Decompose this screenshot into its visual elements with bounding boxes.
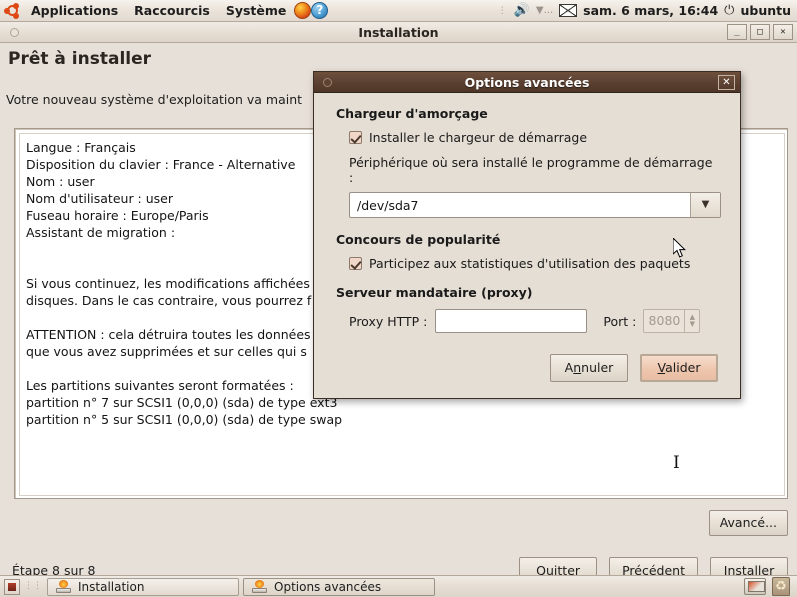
taskbar-grip-icon: ⋮⋮ <box>24 581 42 591</box>
help-icon[interactable]: ? <box>311 2 329 19</box>
taskbar: ⋮⋮ Installation Options avancées <box>0 575 797 597</box>
taskbar-tray <box>744 577 793 596</box>
bootloader-device-value: /dev/sda7 <box>357 197 419 213</box>
panel-left-group: Applications Raccourcis Système ? <box>0 1 329 21</box>
proxy-port-stepper[interactable]: ▲ ▼ <box>685 309 701 333</box>
cancel-button[interactable]: Annuler <box>550 354 628 382</box>
trash-icon[interactable] <box>772 577 790 596</box>
firefox-icon[interactable] <box>294 2 312 19</box>
ubuntu-logo-icon[interactable] <box>4 2 21 19</box>
popularity-contest-row[interactable]: Participez aux statistiques d'utilisatio… <box>349 256 718 271</box>
validate-button[interactable]: Valider <box>640 354 718 382</box>
volume-icon[interactable]: 🔊 <box>514 3 530 18</box>
panel-right-group: ⋮ 🔊 ▼... sam. 6 mars, 16:44 ⏻ ubuntu <box>498 3 797 18</box>
menu-raccourcis[interactable]: Raccourcis <box>127 1 217 21</box>
proxy-port-label: Port : <box>603 313 637 329</box>
install-bootloader-label: Installer le chargeur de démarrage <box>369 130 588 145</box>
proxy-row: Proxy HTTP : Port : 8080 ▲ ▼ <box>349 309 718 333</box>
dialog-window-menu-icon[interactable] <box>323 78 332 87</box>
menu-applications[interactable]: Applications <box>24 1 125 21</box>
mail-icon[interactable] <box>559 4 578 17</box>
chevron-down-icon[interactable]: ▼ <box>690 193 720 217</box>
mouse-cursor-arrow <box>673 238 686 258</box>
task-button-label: Installation <box>78 579 145 594</box>
show-desktop-icon[interactable] <box>4 578 20 595</box>
task-button-installation[interactable]: Installation <box>47 577 239 596</box>
intro-text: Votre nouveau système d'exploitation va … <box>6 92 303 107</box>
popularity-contest-checkbox[interactable] <box>349 257 362 270</box>
power-icon[interactable]: ⏻ <box>724 3 734 18</box>
advanced-button[interactable]: Avancé... <box>708 510 788 536</box>
workspace-switcher-icon[interactable] <box>744 578 766 595</box>
menu-systeme[interactable]: Système <box>219 1 294 21</box>
validate-button-mnemonic: V <box>657 360 666 375</box>
task-button-label: Options avancées <box>274 579 382 594</box>
maximize-button[interactable]: □ <box>750 24 770 40</box>
dialog-action-buttons: Annuler Valider <box>550 354 718 382</box>
install-bootloader-checkbox[interactable] <box>349 131 362 144</box>
clock[interactable]: sam. 6 mars, 16:44 <box>583 3 718 18</box>
bootloader-section-title: Chargeur d'amorçage <box>336 106 488 121</box>
advanced-options-dialog: Options avancées ✕ Chargeur d'amorçage I… <box>313 71 741 399</box>
main-titlebar: Installation _ □ ✕ <box>0 22 797 43</box>
user-menu[interactable]: ubuntu <box>740 3 791 18</box>
installer-icon <box>252 580 267 593</box>
main-window-title: Installation <box>358 24 439 40</box>
top-panel: Applications Raccourcis Système ? ⋮ 🔊 ▼.… <box>0 0 797 22</box>
close-button[interactable]: ✕ <box>773 24 793 40</box>
proxy-http-input[interactable] <box>435 309 588 333</box>
proxy-section-title: Serveur mandataire (proxy) <box>336 285 533 300</box>
minimize-button[interactable]: _ <box>727 24 747 40</box>
window-controls: _ □ ✕ <box>727 24 793 40</box>
installer-icon <box>56 580 71 593</box>
task-button-options-avancees[interactable]: Options avancées <box>243 577 435 596</box>
window-menu-icon[interactable] <box>10 28 19 37</box>
bootloader-device-label: Périphérique où sera installé le program… <box>349 155 713 185</box>
panel-grip-icon: ⋮ <box>497 5 508 16</box>
network-icon[interactable]: ▼... <box>536 5 553 16</box>
dialog-close-button[interactable]: ✕ <box>718 75 735 90</box>
page-title: Prêt à installer <box>8 49 152 69</box>
proxy-port-input[interactable]: 8080 <box>643 309 686 333</box>
bootloader-device-select[interactable]: /dev/sda7 ▼ <box>349 192 721 218</box>
summary-line: partition n° 5 sur SCSI1 (0,0,0) (sda) d… <box>26 412 343 427</box>
popularity-section-title: Concours de popularité <box>336 232 501 247</box>
dialog-title: Options avancées <box>464 74 590 90</box>
install-bootloader-row[interactable]: Installer le chargeur de démarrage <box>349 130 718 145</box>
proxy-http-label: Proxy HTTP : <box>349 313 428 329</box>
popularity-contest-label: Participez aux statistiques d'utilisatio… <box>369 256 691 271</box>
dialog-titlebar: Options avancées ✕ <box>314 72 740 93</box>
text-cursor-ibeam: I <box>673 453 680 473</box>
stepper-down-icon[interactable]: ▼ <box>690 321 695 328</box>
cancel-button-mnemonic: n <box>573 360 582 375</box>
